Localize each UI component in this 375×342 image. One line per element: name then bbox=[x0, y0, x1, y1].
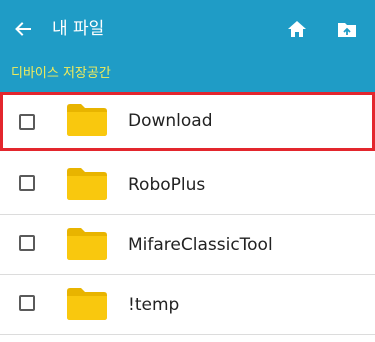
arrow-left-icon bbox=[15, 22, 31, 36]
page-title: 내 파일 bbox=[52, 19, 105, 39]
file-name: RoboPlus bbox=[128, 175, 206, 195]
row-checkbox[interactable] bbox=[19, 295, 35, 311]
folder-upload-icon bbox=[338, 22, 356, 37]
folder-icon bbox=[67, 168, 107, 200]
row-checkbox[interactable] bbox=[19, 114, 35, 130]
folder-icon bbox=[67, 288, 107, 320]
file-row-mifareclassictool[interactable]: MifareClassicTool bbox=[0, 216, 375, 275]
file-row-download[interactable]: Download bbox=[0, 92, 375, 151]
file-row-roboplus[interactable]: RoboPlus bbox=[0, 156, 375, 215]
storage-path-label[interactable]: 디바이스 저장공간 bbox=[11, 58, 111, 90]
file-list: Download RoboPlus MifareClassicTool !tem… bbox=[0, 92, 375, 342]
path-bar: 디바이스 저장공간 bbox=[0, 58, 375, 92]
row-checkbox[interactable] bbox=[19, 175, 35, 191]
file-name: MifareClassicTool bbox=[128, 235, 273, 255]
file-row-temp[interactable]: !temp bbox=[0, 276, 375, 335]
home-button[interactable] bbox=[280, 14, 314, 44]
folder-upload-button[interactable] bbox=[330, 14, 364, 44]
folder-icon bbox=[67, 228, 107, 260]
row-checkbox[interactable] bbox=[19, 235, 35, 251]
file-name: !temp bbox=[128, 295, 180, 315]
back-button[interactable] bbox=[6, 12, 40, 46]
folder-icon bbox=[67, 104, 107, 136]
app-bar: 내 파일 bbox=[0, 0, 375, 58]
home-icon bbox=[288, 21, 306, 37]
file-name: Download bbox=[128, 111, 213, 131]
